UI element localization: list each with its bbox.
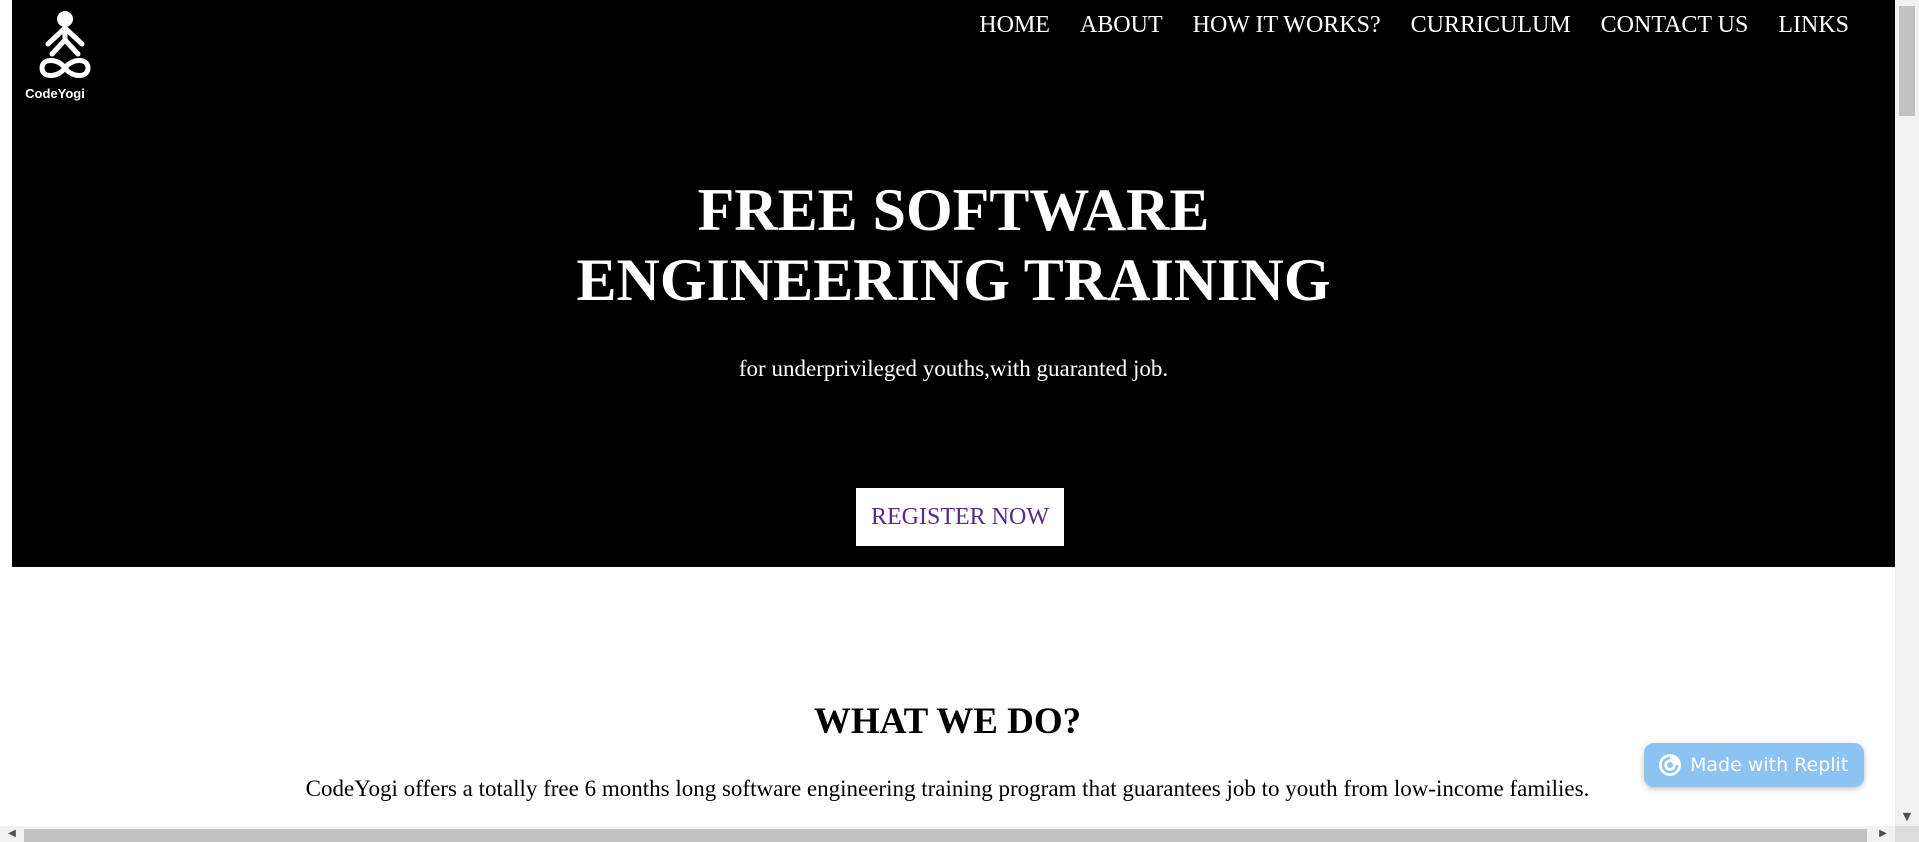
hero-title-line1: FREE SOFTWARE [697,177,1210,243]
replit-icon [1659,754,1681,776]
vertical-scrollbar[interactable]: ▼ [1895,0,1919,826]
nav-item-contact-us[interactable]: CONTACT US [1601,10,1749,40]
nav-item-curriculum[interactable]: CURRICULUM [1411,10,1571,40]
nav-item-links[interactable]: LINKS [1778,10,1849,40]
logo[interactable]: CodeYogi [25,10,118,102]
horizontal-scrollbar[interactable]: ◀ ▶ [0,826,1895,842]
hero-title-line2: ENGINEERING TRAINING [576,247,1331,313]
horizontal-scrollbar-thumb[interactable] [24,829,1867,842]
vertical-scrollbar-thumb[interactable] [1899,6,1915,116]
nav-item-about[interactable]: ABOUT [1080,10,1163,40]
hero-title: FREE SOFTWARE ENGINEERING TRAINING [12,175,1895,315]
logo-text: CodeYogi [25,86,85,101]
nav-item-how-it-works[interactable]: HOW IT WORKS? [1193,10,1381,40]
hero-subtitle: for underprivileged youths,with guarante… [738,356,1169,381]
what-we-do-text: CodeYogi offers a totally free 6 months … [305,776,1590,801]
scroll-right-arrow-icon[interactable]: ▶ [1873,826,1893,842]
what-we-do-title: WHAT WE DO? [813,701,1082,742]
register-now-button[interactable]: REGISTER NOW [856,488,1064,546]
yogi-logo-icon [39,11,91,78]
hero-section: CodeYogi HOME ABOUT HOW IT WORKS? CURRIC… [12,0,1895,567]
scroll-left-arrow-icon[interactable]: ◀ [2,826,22,842]
main-nav: HOME ABOUT HOW IT WORKS? CURRICULUM CONT… [979,10,1849,40]
replit-badge-label: Made with Replit [1690,754,1849,776]
scrollbar-corner [1895,826,1919,842]
made-with-replit-badge[interactable]: Made with Replit [1644,743,1864,787]
page: CodeYogi HOME ABOUT HOW IT WORKS? CURRIC… [0,0,1919,842]
scroll-down-arrow-icon[interactable]: ▼ [1895,808,1919,826]
nav-item-home[interactable]: HOME [979,10,1050,40]
